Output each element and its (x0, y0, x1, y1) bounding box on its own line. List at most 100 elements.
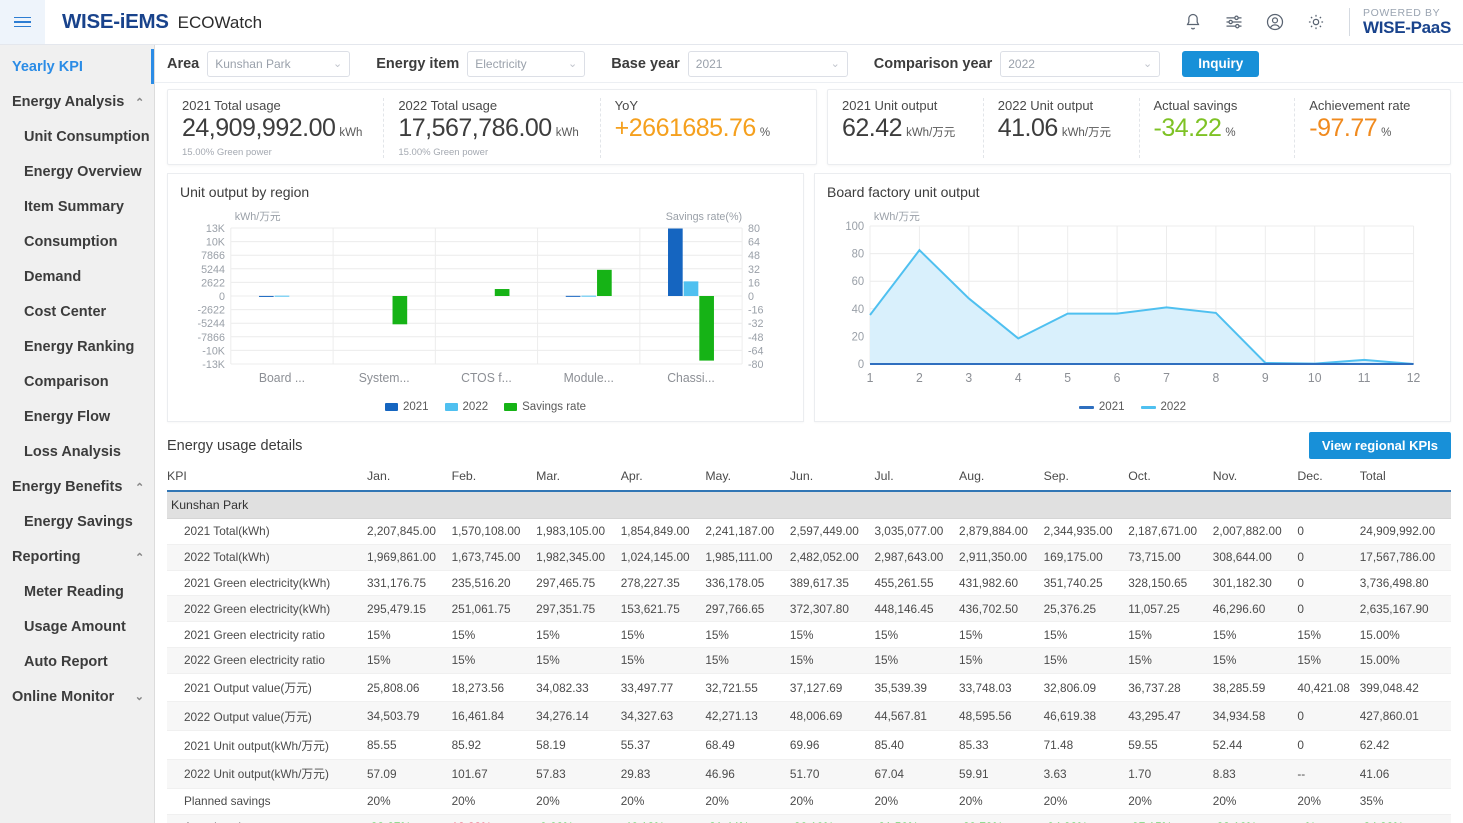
table-cell: 48,595.56 (959, 702, 1044, 731)
sidebar-item-item-summary[interactable]: Item Summary (0, 189, 154, 224)
table-cell: 32,721.55 (705, 673, 790, 702)
table-header: KPIJan.Feb.Mar.Apr.May.Jun.Jul.Aug.Sep.O… (167, 465, 1451, 491)
sidebar-item-demand[interactable]: Demand (0, 259, 154, 294)
sidebar-item-reporting[interactable]: Reporting⌄ (0, 539, 154, 574)
legend-item-savings-rate[interactable]: Savings rate (504, 401, 586, 413)
table-cell: 34,503.79 (367, 702, 452, 731)
svg-text:60: 60 (852, 276, 864, 288)
sidebar-item-cost-center[interactable]: Cost Center (0, 294, 154, 329)
chart-legend: 2021 2022 (827, 401, 1438, 413)
table-column-header: Dec. (1297, 465, 1359, 491)
svg-text:-16: -16 (748, 304, 764, 316)
table-cell: 389,617.35 (790, 570, 875, 596)
sidebar-item-auto-report[interactable]: Auto Report (0, 644, 154, 679)
kpi-card-2022-total-usage: 2022 Total usage17,567,786.00kWh15.00% G… (384, 98, 600, 158)
sidebar-item-consumption[interactable]: Consumption (0, 224, 154, 259)
table-cell: 455,261.55 (874, 570, 959, 596)
sidebar-item-comparison[interactable]: Comparison (0, 364, 154, 399)
kpi-card-2022-unit-output: 2022 Unit output41.06kWh/万元 (984, 98, 1140, 158)
kpi-unit: kWh (339, 127, 362, 139)
gear-icon[interactable] (1306, 12, 1326, 32)
table-cell-kpi-name: 2022 Output value(万元) (167, 702, 367, 731)
sidebar-item-unit-consumption[interactable]: Unit Consumption (0, 119, 154, 154)
base-year-select-value: 2021 (696, 57, 723, 71)
table-row: 2021 Green electricity(kWh)331,176.75235… (167, 570, 1451, 596)
table-cell: 42,271.13 (705, 702, 790, 731)
kpi-title: Actual savings (1154, 98, 1281, 113)
chevron-up-icon: ⌄ (135, 480, 144, 493)
chevron-down-icon: ⌄ (821, 57, 840, 70)
table-cell: 15% (536, 622, 621, 648)
comparison-year-select[interactable]: 2022 ⌄ (1000, 51, 1160, 77)
energy-item-select[interactable]: Electricity ⌄ (467, 51, 585, 77)
sidebar-item-label: Energy Flow (24, 409, 110, 425)
table-cell: 15% (621, 647, 706, 673)
table-cell: 15% (536, 647, 621, 673)
view-regional-kpis-button[interactable]: View regional KPIs (1309, 432, 1451, 459)
table-cell: -0.62% (536, 814, 621, 823)
sidebar-item-energy-savings[interactable]: Energy Savings (0, 504, 154, 539)
table-cell: 15% (705, 647, 790, 673)
table-cell: 235,516.20 (452, 570, 537, 596)
kpi-card-actual-savings: Actual savings-34.22% (1140, 98, 1296, 158)
table-cell: 2,344,935.00 (1044, 519, 1129, 545)
table-row: 2022 Unit output(kWh/万元)57.09101.6757.83… (167, 760, 1451, 789)
sidebar-item-energy-ranking[interactable]: Energy Ranking (0, 329, 154, 364)
energy-usage-table: KPIJan.Feb.Mar.Apr.May.Jun.Jul.Aug.Sep.O… (167, 465, 1451, 823)
svg-text:2: 2 (916, 371, 923, 385)
sidebar-item-label: Yearly KPI (12, 59, 83, 75)
table-cell: 34,934.58 (1213, 702, 1298, 731)
sliders-icon[interactable] (1224, 12, 1244, 32)
sidebar-item-label: Online Monitor (12, 689, 114, 705)
table-cell: 2,911,350.00 (959, 544, 1044, 570)
table-cell: 3,035,077.00 (874, 519, 959, 545)
table-cell: 15% (1128, 647, 1213, 673)
svg-text:10: 10 (1308, 371, 1322, 385)
sidebar-item-energy-flow[interactable]: Energy Flow (0, 399, 154, 434)
table-cell: 15% (452, 622, 537, 648)
legend-item-2022[interactable]: 2022 (445, 401, 489, 413)
kpi-value: 24,909,992.00kWh (182, 114, 369, 143)
inquiry-button[interactable]: Inquiry (1182, 51, 1259, 77)
table-cell: 2,482,052.00 (790, 544, 875, 570)
table-row: 2021 Output value(万元)25,808.0618,273.563… (167, 673, 1451, 702)
table-cell: 1,969,861.00 (367, 544, 452, 570)
legend-item-2022[interactable]: 2022 (1141, 401, 1187, 413)
table-cell: 20% (705, 788, 790, 814)
table-cell: 297,351.75 (536, 596, 621, 622)
sidebar-item-online-monitor[interactable]: Online Monitor⌄ (0, 679, 154, 714)
sidebar-item-usage-amount[interactable]: Usage Amount (0, 609, 154, 644)
table-cell-kpi-name: 2021 Total(kWh) (167, 519, 367, 545)
sidebar-item-energy-analysis[interactable]: Energy Analysis⌄ (0, 84, 154, 119)
bell-icon[interactable] (1183, 12, 1203, 32)
chart-title: Board factory unit output (827, 184, 1438, 200)
user-circle-icon[interactable] (1265, 12, 1285, 32)
base-year-select[interactable]: 2021 ⌄ (688, 51, 848, 77)
legend-item-2021[interactable]: 2021 (385, 401, 429, 413)
svg-text:kWh/万元: kWh/万元 (874, 211, 920, 223)
sidebar-item-loss-analysis[interactable]: Loss Analysis (0, 434, 154, 469)
legend-item-2021[interactable]: 2021 (1079, 401, 1125, 413)
svg-text:80: 80 (852, 248, 864, 260)
sidebar-item-meter-reading[interactable]: Meter Reading (0, 574, 154, 609)
table-cell: 62.42 (1360, 731, 1451, 760)
table-cell: 436,702.50 (959, 596, 1044, 622)
charts-row: Unit output by region kWh/万元Savings rate… (155, 173, 1463, 422)
table-cell: -34.22% (1360, 814, 1451, 823)
svg-text:-80: -80 (748, 359, 764, 371)
table-cell: 297,465.75 (536, 570, 621, 596)
table-cell: 20% (536, 788, 621, 814)
kpi-title: YoY (615, 98, 802, 113)
sidebar-item-energy-benefits[interactable]: Energy Benefits⌄ (0, 469, 154, 504)
sidebar-item-yearly-kpi[interactable]: Yearly KPI (0, 49, 154, 84)
app-name: ECOWatch (178, 13, 262, 33)
svg-text:48: 48 (748, 250, 760, 262)
table-cell: 169,175.00 (1044, 544, 1129, 570)
hamburger-icon[interactable] (0, 0, 45, 44)
table-cell: 44,567.81 (874, 702, 959, 731)
svg-text:Chassi...: Chassi... (667, 371, 715, 385)
area-select[interactable]: Kunshan Park ⌄ (207, 51, 350, 77)
svg-text:3: 3 (965, 371, 972, 385)
table-cell: 2,007,882.00 (1213, 519, 1298, 545)
sidebar-item-energy-overview[interactable]: Energy Overview (0, 154, 154, 189)
